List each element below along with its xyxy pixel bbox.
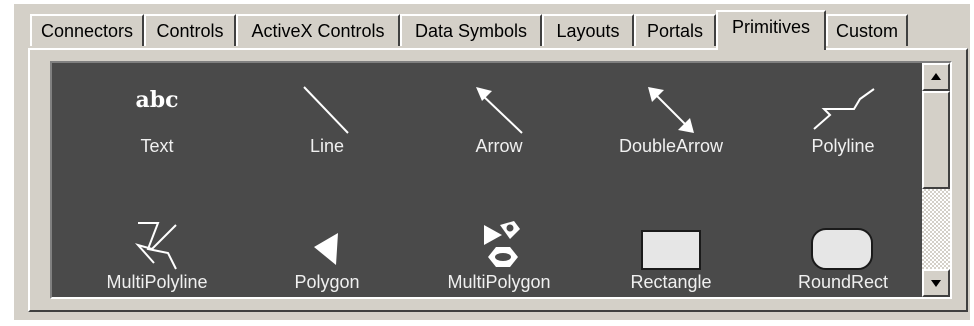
palette-item-label: MultiPolygon: [447, 272, 551, 292]
vertical-scrollbar[interactable]: [922, 63, 950, 297]
polygon-icon: [314, 233, 338, 265]
scroll-up-arrow-icon: [931, 73, 941, 80]
palette-item-double-arrow[interactable]: DoubleArrow: [586, 77, 756, 157]
multi-polygon-icon: [484, 221, 520, 267]
palette-item-text[interactable]: abc Text: [72, 77, 242, 157]
palette-item-label: Arrow: [475, 136, 523, 156]
tab-label: Layouts: [556, 21, 620, 41]
palette-item-label: MultiPolyline: [106, 272, 208, 292]
tab-panel: abc Text Line Arrow DoubleArrow Polyline…: [28, 48, 968, 312]
tab-portals[interactable]: Portals: [634, 14, 716, 46]
multi-polyline-icon: [134, 222, 177, 270]
tab-label: Primitives: [731, 17, 810, 37]
tab-label: Controls: [156, 21, 224, 41]
palette-item-polygon[interactable]: Polygon: [242, 213, 412, 293]
palette-item-label: Line: [309, 136, 345, 156]
tab-label: Custom: [835, 21, 898, 41]
palette-item-line[interactable]: Line: [242, 77, 412, 157]
tab-controls[interactable]: Controls: [144, 14, 236, 46]
line-icon: [303, 86, 349, 134]
polyline-icon: [813, 88, 875, 130]
tab-label: Data Symbols: [414, 21, 528, 41]
tab-connectors[interactable]: Connectors: [30, 14, 144, 46]
palette-item-arrow[interactable]: Arrow: [414, 77, 584, 157]
palette-item-label: Rectangle: [630, 272, 712, 292]
palette-item-label: RoundRect: [797, 272, 889, 292]
svg-text:abc: abc: [135, 87, 178, 113]
palette-grid: abc Text Line Arrow DoubleArrow Polyline…: [52, 63, 948, 297]
tab-layouts[interactable]: Layouts: [542, 14, 634, 46]
palette-item-label: Polyline: [811, 136, 875, 156]
scroll-down-button[interactable]: [922, 269, 950, 297]
text-abc-icon: abc: [135, 87, 178, 113]
scrollbar-thumb[interactable]: [922, 91, 950, 189]
tab-label: Connectors: [40, 21, 134, 41]
scroll-up-button[interactable]: [922, 63, 950, 91]
tab-data-symbols[interactable]: Data Symbols: [400, 14, 542, 46]
tab-label: ActiveX Controls: [251, 21, 385, 41]
scroll-down-arrow-icon: [931, 280, 941, 287]
tab-activex-controls[interactable]: ActiveX Controls: [236, 14, 400, 46]
toolbox-dialog: Connectors Controls ActiveX Controls Dat…: [14, 4, 970, 320]
window-frame: Connectors Controls ActiveX Controls Dat…: [0, 0, 974, 326]
palette-item-label: Text: [140, 136, 174, 156]
double-arrow-icon: [648, 87, 694, 133]
palette-item-label: DoubleArrow: [618, 136, 724, 156]
arrow-icon: [476, 87, 523, 134]
palette-item-round-rect[interactable]: RoundRect: [758, 213, 928, 293]
palette-item-polyline[interactable]: Polyline: [758, 77, 928, 157]
round-rect-icon: [811, 228, 873, 270]
palette-item-multi-polygon[interactable]: MultiPolygon: [414, 213, 584, 293]
palette-item-label: Polygon: [294, 272, 360, 292]
palette-item-multi-polyline[interactable]: MultiPolyline: [72, 213, 242, 293]
palette-item-rectangle[interactable]: Rectangle: [586, 213, 756, 293]
primitives-palette: abc Text Line Arrow DoubleArrow Polyline…: [50, 61, 952, 299]
tab-primitives[interactable]: Primitives: [716, 10, 826, 50]
tab-label: Portals: [646, 21, 704, 41]
tab-custom[interactable]: Custom: [826, 14, 908, 46]
rectangle-icon: [641, 230, 701, 270]
